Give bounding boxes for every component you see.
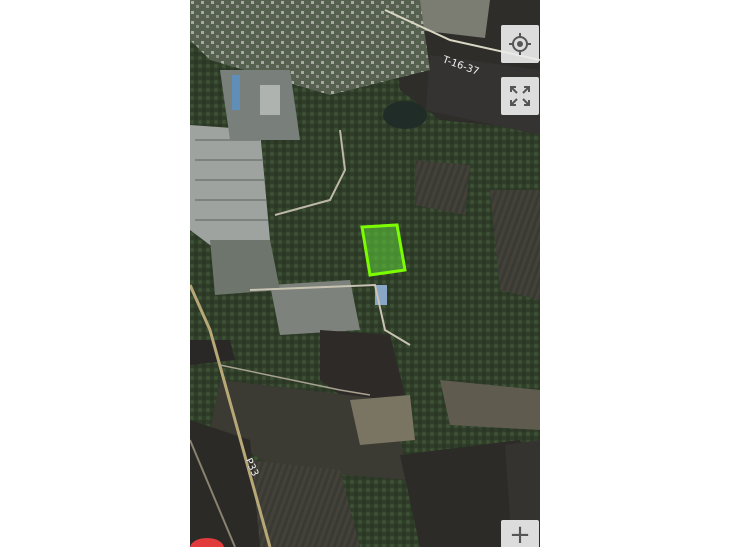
field-area <box>505 440 540 520</box>
locate-me-button[interactable] <box>501 25 539 63</box>
fullscreen-button[interactable] <box>501 77 539 115</box>
industrial-area <box>190 125 270 245</box>
satellite-map[interactable]: T-16-37 P33 + <box>190 0 540 547</box>
facility-area <box>210 240 280 295</box>
zoom-in-button[interactable]: + <box>501 520 539 547</box>
soil-area <box>350 395 415 445</box>
building <box>232 75 240 110</box>
expand-corners-icon <box>510 86 530 106</box>
screen: T-16-37 P33 + <box>0 0 730 547</box>
crosshair-target-icon <box>509 33 531 55</box>
building <box>260 85 280 115</box>
satellite-imagery[interactable]: T-16-37 P33 <box>190 0 540 547</box>
highlighted-parcel[interactable] <box>360 223 407 277</box>
lake <box>383 101 427 129</box>
